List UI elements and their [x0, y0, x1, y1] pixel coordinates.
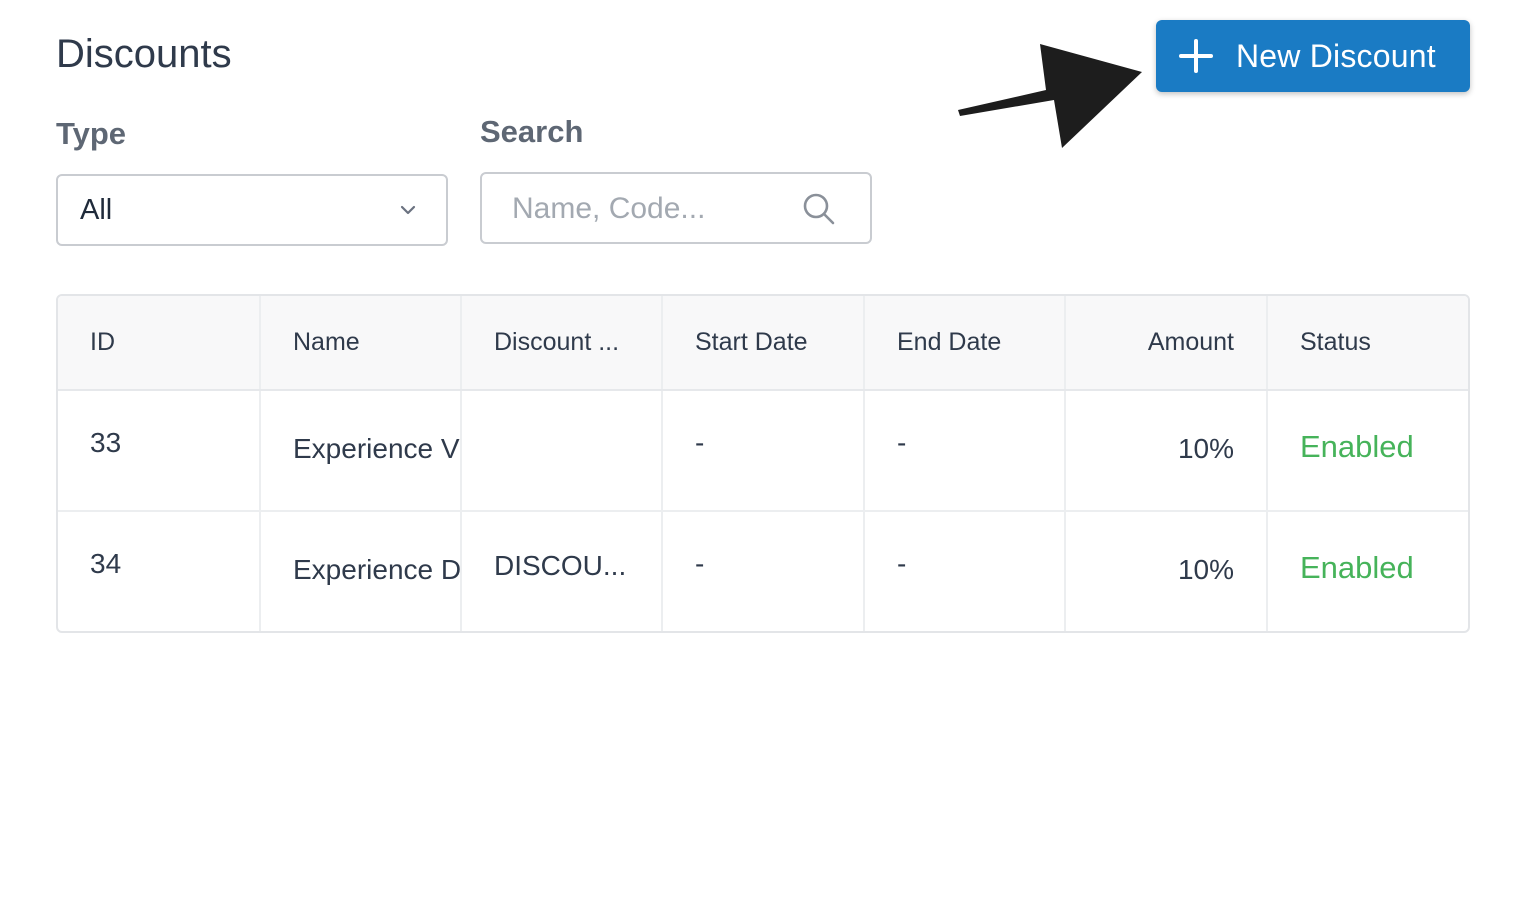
cell-discount-code: DISCOU...	[461, 511, 663, 631]
cell-start-date: -	[662, 390, 865, 512]
cell-amount: 10%	[1065, 511, 1268, 631]
table-row[interactable]: 34 Experience D DISCOU... - - 10% Enable…	[58, 511, 1468, 631]
column-header-status[interactable]: Status	[1267, 296, 1468, 391]
table-row[interactable]: 33 Experience V - - 10% Enabled	[58, 390, 1468, 512]
type-select[interactable]: All	[56, 174, 448, 246]
column-header-start-date[interactable]: Start Date	[662, 296, 865, 391]
column-header-amount[interactable]: Amount	[1065, 296, 1268, 391]
column-header-name[interactable]: Name	[260, 296, 462, 391]
search-field[interactable]	[480, 172, 872, 244]
chevron-down-icon	[400, 205, 416, 215]
search-label: Search	[480, 114, 584, 149]
cell-id: 34	[58, 511, 261, 631]
search-icon[interactable]	[802, 192, 836, 226]
cell-amount: 10%	[1065, 390, 1268, 512]
cell-discount-code	[461, 390, 663, 512]
column-header-end-date[interactable]: End Date	[864, 296, 1066, 391]
page-title: Discounts	[56, 32, 232, 76]
status-badge: Enabled	[1267, 390, 1468, 512]
discounts-page: Discounts New Discount Type Search All I…	[0, 0, 1520, 900]
type-label: Type	[56, 116, 127, 151]
status-badge: Enabled	[1300, 550, 1414, 585]
arrow-icon	[958, 44, 1142, 148]
table-header-row: ID Name Discount ... Start Date End Date…	[58, 296, 1468, 391]
cell-end-date: -	[864, 511, 1066, 631]
search-input[interactable]	[512, 188, 782, 230]
type-select-value: All	[80, 193, 113, 226]
new-discount-button-label: New Discount	[1236, 37, 1436, 74]
new-discount-button[interactable]: New Discount	[1156, 20, 1470, 92]
cell-start-date: -	[662, 511, 865, 631]
cell-end-date: -	[864, 390, 1066, 512]
column-header-id[interactable]: ID	[58, 296, 261, 391]
cell-name: Experience D	[260, 511, 462, 631]
column-header-discount-code[interactable]: Discount ...	[461, 296, 663, 391]
cell-name: Experience V	[260, 390, 462, 512]
plus-icon	[1178, 38, 1214, 74]
discounts-table: ID Name Discount ... Start Date End Date…	[56, 294, 1470, 633]
cell-id: 33	[58, 390, 261, 512]
